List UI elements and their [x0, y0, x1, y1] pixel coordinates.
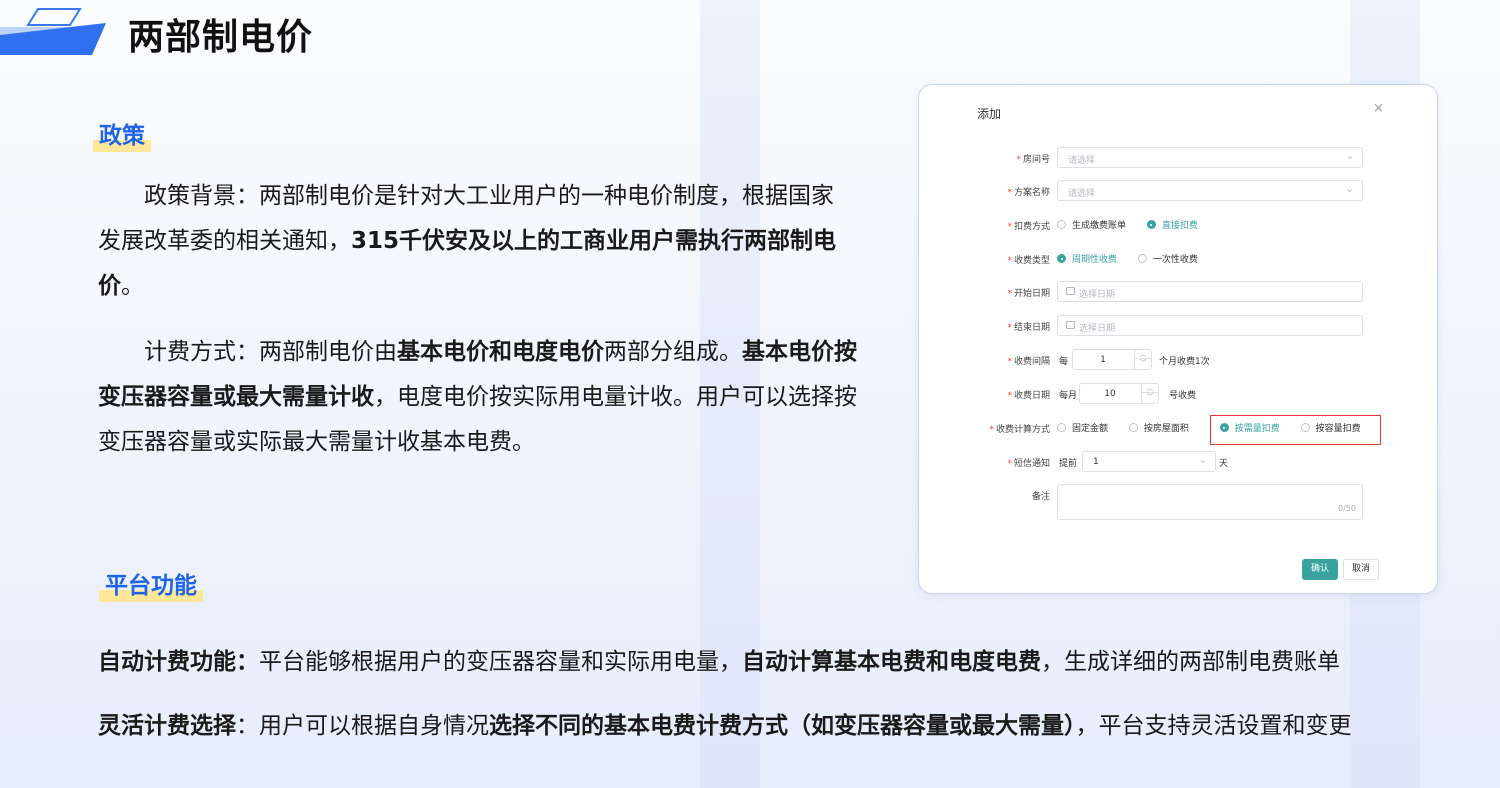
radio-icon — [1057, 423, 1066, 432]
form-row-interval: * 收费间隔 每 1 ︿ ﹀ 个月收费1次 — [919, 349, 1439, 371]
form-row-deduct: * 扣费方式 生成缴费账单 直接扣费 — [919, 214, 1439, 236]
plan-select[interactable]: 请选择 ⌄ — [1057, 180, 1363, 201]
radio-checked-icon — [1146, 220, 1156, 229]
chevron-down-icon: ⌄ — [1345, 151, 1354, 162]
section-tag-policy: 政策 — [93, 116, 151, 152]
close-icon[interactable]: × — [1373, 101, 1384, 116]
deduct-radio-group: 生成缴费账单 直接扣费 — [1057, 218, 1216, 232]
start-date-picker[interactable]: 选择日期 — [1057, 281, 1363, 302]
highlight-box — [1210, 415, 1381, 445]
end-date-picker[interactable]: 选择日期 — [1057, 315, 1363, 336]
char-counter: 0/50 — [1338, 504, 1356, 513]
form-row-start-date: * 开始日期 选择日期 — [919, 281, 1439, 303]
section-tag-platform: 平台功能 — [99, 566, 203, 602]
radio-direct-deduct[interactable]: 直接扣费 — [1146, 218, 1198, 231]
form-row-charge-type: * 收费类型 周期性收费 一次性收费 — [919, 248, 1439, 270]
interval-suffix: 个月收费1次 — [1159, 357, 1210, 367]
field-label: * 方案名称 — [1007, 188, 1050, 198]
remark-textarea[interactable]: 0/50 — [1057, 484, 1363, 520]
chevron-down-icon: ﹀ — [1139, 359, 1147, 367]
logo-mark-icon — [0, 8, 106, 55]
interval-stepper[interactable]: 1 ︿ ﹀ — [1072, 349, 1152, 370]
policy-text: 两部分组成。 — [604, 339, 742, 365]
feature-flexible-billing: 灵活计费选择：用户可以根据自身情况选择不同的基本电费计费方式（如变压器容量或最大… — [98, 706, 1352, 740]
policy-paragraph-1: 政策背景：两部制电价是针对大工业用户的一种电价制度，根据国家发展改革委的相关通知… — [98, 174, 843, 309]
day-suffix: 号收费 — [1169, 391, 1197, 401]
policy-text: 。 — [121, 273, 144, 299]
chevron-up-icon: ︿ — [1142, 384, 1158, 393]
form-row-sms: * 短信通知 提前 1 ⌄ 天 — [919, 451, 1439, 473]
form-row-end-date: * 结束日期 选择日期 — [919, 315, 1439, 337]
radio-icon — [1137, 254, 1147, 263]
feature-bold-text: 自动计算基本电费和电度电费 — [742, 649, 1041, 675]
page-title: 两部制电价 — [128, 17, 314, 58]
stepper-value: 1 — [1100, 355, 1106, 365]
radio-one-time[interactable]: 一次性收费 — [1137, 252, 1198, 265]
field-label: * 收费计算方式 — [989, 425, 1050, 435]
radio-periodic[interactable]: 周期性收费 — [1057, 252, 1117, 265]
policy-paragraph-2: 计费方式：两部制电价由基本电价和电度电价两部分组成。基本电价按变压器容量或最大需… — [98, 330, 863, 465]
sms-suffix: 天 — [1219, 459, 1229, 469]
date-placeholder: 选择日期 — [1079, 324, 1116, 334]
form-row-plan: * 方案名称 请选择 ⌄ — [919, 180, 1439, 202]
select-value: 1 — [1093, 457, 1099, 467]
policy-bold-text: 基本电价和电度电价 — [397, 339, 604, 365]
sms-prefix: 提前 — [1059, 459, 1078, 469]
chevron-down-icon: ⌄ — [1198, 455, 1207, 466]
confirm-button[interactable]: 确认 — [1302, 559, 1338, 580]
policy-text: 计费方式：两部制电价由 — [144, 339, 397, 365]
field-label: * 扣费方式 — [1007, 222, 1050, 232]
date-placeholder: 选择日期 — [1079, 290, 1116, 300]
form-row-day: * 收费日期 每月 10 ︿ ﹀ 号收费 — [919, 383, 1439, 405]
form-row-remark: 备注 0/50 — [919, 484, 1439, 520]
select-placeholder: 请选择 — [1068, 189, 1096, 199]
feature-title: 灵活计费选择 — [98, 713, 236, 739]
radio-by-area[interactable]: 按房屋面积 — [1128, 421, 1189, 434]
section-tag-label: 政策 — [99, 123, 145, 149]
cancel-button[interactable]: 取消 — [1343, 559, 1379, 580]
dialog-title: 添加 — [977, 107, 1002, 121]
field-label: * 开始日期 — [1007, 289, 1050, 299]
feature-auto-billing: 自动计费功能：平台能够根据用户的变压器容量和实际用电量，自动计算基本电费和电度电… — [98, 642, 1340, 676]
sms-days-select[interactable]: 1 ⌄ — [1082, 451, 1216, 472]
feature-text: 平台能够根据用户的变压器容量和实际用电量， — [259, 649, 742, 675]
radio-fixed-amount[interactable]: 固定金额 — [1057, 421, 1108, 434]
room-select[interactable]: 请选择 ⌄ — [1057, 147, 1363, 168]
chevron-up-icon: ︿ — [1135, 350, 1151, 359]
select-placeholder: 请选择 — [1068, 156, 1096, 166]
day-stepper[interactable]: 10 ︿ ﹀ — [1079, 383, 1159, 404]
field-label: * 收费类型 — [1007, 256, 1050, 266]
chevron-down-icon: ⌄ — [1345, 184, 1354, 195]
feature-text: ，平台支持灵活设置和变更 — [1075, 713, 1352, 739]
radio-icon — [1128, 423, 1138, 432]
radio-checked-icon — [1057, 254, 1066, 263]
chevron-down-icon: ﹀ — [1146, 393, 1154, 401]
field-label: * 短信通知 — [1007, 459, 1050, 469]
field-label: * 房间号 — [1016, 155, 1050, 165]
form-row-room: * 房间号 请选择 ⌄ — [919, 147, 1439, 169]
field-label: 备注 — [1031, 492, 1050, 502]
field-label: * 收费间隔 — [1007, 357, 1050, 367]
day-prefix: 每月 — [1059, 391, 1078, 401]
stepper-value: 10 — [1104, 389, 1116, 399]
field-label: * 结束日期 — [1007, 323, 1050, 333]
feature-text: ，生成详细的两部制电费账单 — [1041, 649, 1340, 675]
feature-bold-text: 选择不同的基本电费计费方式（如变压器容量或最大需量） — [489, 713, 1076, 739]
radio-icon — [1057, 220, 1066, 229]
calendar-icon — [1066, 321, 1075, 329]
interval-prefix: 每 — [1059, 357, 1069, 367]
calendar-icon — [1066, 287, 1075, 295]
feature-text: ：用户可以根据自身情况 — [236, 713, 489, 739]
field-label: * 收费日期 — [1007, 391, 1050, 401]
add-dialog: 添加 × * 房间号 请选择 ⌄ * 方案名称 请选择 ⌄ * 扣费方式 生成缴费账单… — [918, 84, 1438, 594]
charge-type-radio-group: 周期性收费 一次性收费 — [1057, 252, 1216, 266]
feature-title: 自动计费功能： — [98, 649, 259, 675]
section-tag-label: 平台功能 — [105, 573, 197, 599]
radio-generate-bill[interactable]: 生成缴费账单 — [1057, 218, 1126, 231]
